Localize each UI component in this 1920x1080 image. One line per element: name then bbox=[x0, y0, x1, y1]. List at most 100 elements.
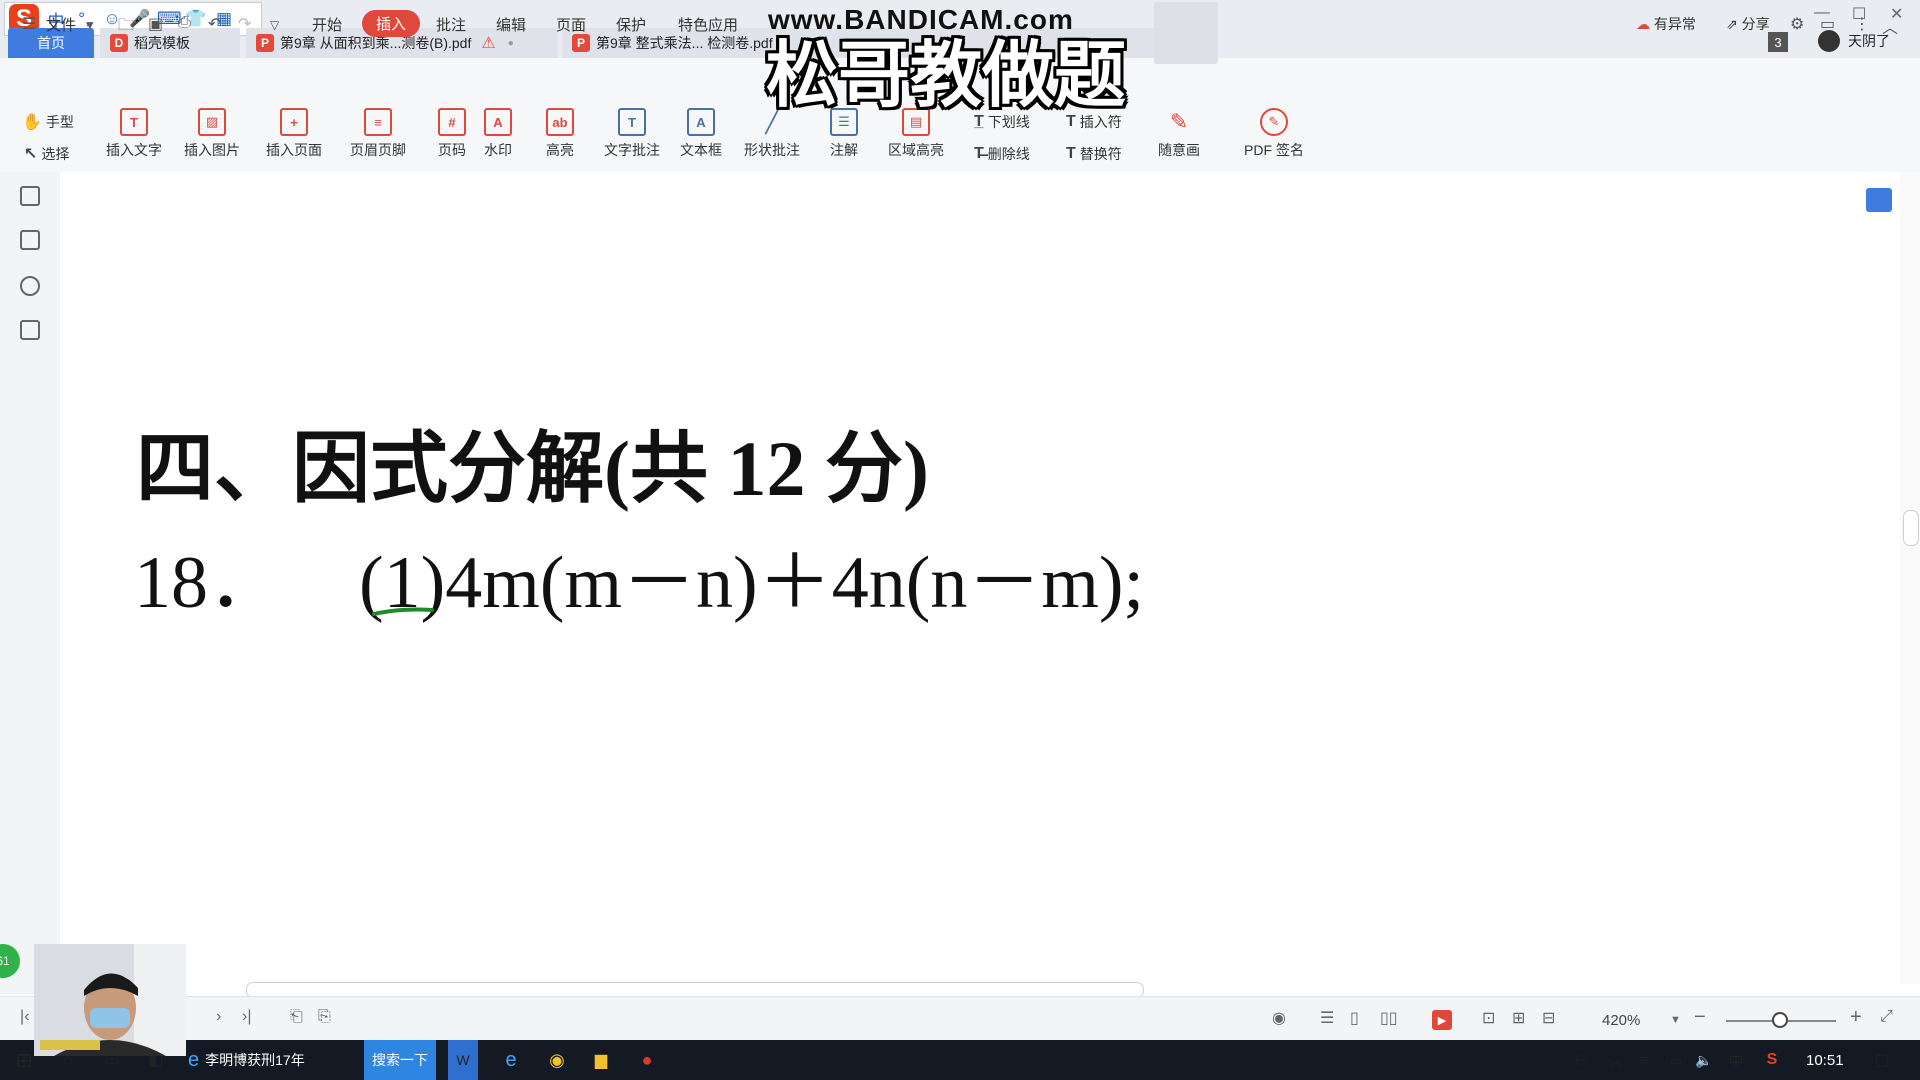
battery-icon[interactable]: ▭ bbox=[1664, 1040, 1688, 1080]
strikethrough-icon: T̶ bbox=[974, 145, 984, 162]
green-underline-annotation bbox=[372, 607, 434, 616]
more-icon[interactable]: ⋮ bbox=[1854, 14, 1870, 34]
settings-icon[interactable]: ⚙ bbox=[1790, 14, 1804, 34]
ie-icon: e bbox=[188, 1048, 200, 1071]
menu-start[interactable]: 开始 bbox=[312, 14, 342, 35]
taskbar-clock[interactable]: 10:51 bbox=[1806, 1052, 1844, 1069]
tab-count-badge[interactable]: 3 bbox=[1768, 32, 1788, 52]
volume-icon[interactable]: 🔈 bbox=[1692, 1040, 1716, 1080]
annotation-list-icon[interactable] bbox=[20, 276, 40, 296]
menu-edit[interactable]: 编辑 bbox=[496, 14, 526, 35]
eye-protect-icon[interactable]: ◉ bbox=[1272, 1008, 1286, 1028]
hamburger-icon[interactable]: ☰ bbox=[22, 14, 36, 34]
insert-page-icon: + bbox=[280, 108, 308, 136]
vertical-scroll-thumb[interactable] bbox=[1903, 510, 1919, 546]
last-page-icon[interactable]: ›| bbox=[242, 1008, 251, 1026]
hand-tool-button[interactable]: ✋ 手型 bbox=[22, 112, 74, 132]
hand-label: 手型 bbox=[45, 114, 74, 130]
continuous-view-icon[interactable]: ▯ bbox=[1350, 1008, 1359, 1028]
sign-icon: ✎ bbox=[1259, 108, 1288, 136]
print-icon[interactable]: ⎙ bbox=[178, 14, 191, 32]
ie-news-item[interactable]: e 李明博获刑17年 bbox=[188, 1040, 358, 1080]
highlight-button[interactable]: ab 高亮 bbox=[546, 108, 574, 160]
file-menu[interactable]: 文件 bbox=[46, 14, 76, 35]
page-number-button[interactable]: # 页码 bbox=[438, 108, 466, 160]
watermark-button[interactable]: A 水印 bbox=[484, 108, 512, 160]
menu-protect[interactable]: 保护 bbox=[616, 14, 646, 35]
browser-icon[interactable]: ◉ bbox=[542, 1040, 572, 1080]
pdf-sign-button[interactable]: ✎ PDF 签名 bbox=[1244, 108, 1304, 160]
taskbar-search-button[interactable]: 搜索一下 bbox=[364, 1040, 436, 1080]
insert-text-label: 插入文字 bbox=[106, 142, 162, 158]
file-explorer-icon[interactable]: ▆ bbox=[586, 1040, 616, 1080]
signature-list-icon[interactable] bbox=[20, 320, 40, 340]
sogou-tray-icon[interactable]: S bbox=[1760, 1040, 1784, 1080]
section-heading: 四、因式分解(共 12 分) bbox=[136, 425, 929, 512]
forward-icon[interactable]: ⎘ bbox=[318, 1008, 331, 1026]
header-footer-button[interactable]: ≡ 页眉页脚 bbox=[350, 108, 406, 160]
next-page-icon[interactable]: › bbox=[216, 1008, 221, 1026]
replace-symbol-button[interactable]: T 替换符 bbox=[1066, 144, 1122, 164]
notification-icon[interactable]: ▢ bbox=[1866, 1040, 1898, 1080]
select-tool-button[interactable]: ↖ 选择 bbox=[24, 144, 69, 164]
insert-text-button[interactable]: T 插入文字 bbox=[106, 108, 162, 160]
open-folder-icon[interactable]: 🗀 bbox=[118, 14, 134, 41]
insert-image-label: 插入图片 bbox=[184, 142, 240, 158]
vertical-scrollbar[interactable] bbox=[1900, 172, 1920, 984]
tab-home-label: 首页 bbox=[37, 35, 65, 51]
freehand-button[interactable]: ✎ 随意画 bbox=[1158, 108, 1200, 160]
share-button[interactable]: ⇗ 分享 bbox=[1726, 14, 1770, 34]
chevron-down-icon[interactable]: ▼ bbox=[84, 18, 96, 32]
strikethrough-button[interactable]: T̶ 删除线 bbox=[974, 144, 1030, 164]
single-page-view-icon[interactable]: ☰ bbox=[1320, 1008, 1334, 1028]
actual-size-icon[interactable]: ⊡ bbox=[1482, 1008, 1495, 1028]
menu-comment[interactable]: 批注 bbox=[436, 14, 466, 35]
insert-image-button[interactable]: ▨ 插入图片 bbox=[184, 108, 240, 160]
outline-icon[interactable] bbox=[20, 186, 40, 206]
play-icon[interactable]: ▶ bbox=[1432, 1010, 1452, 1030]
text-comment-button[interactable]: T 文字批注 bbox=[604, 108, 660, 160]
anomaly-button[interactable]: ☁ 有异常 bbox=[1636, 14, 1696, 34]
header-footer-icon: ≡ bbox=[364, 108, 392, 136]
insert-page-button[interactable]: + 插入页面 bbox=[266, 108, 322, 160]
edge-icon[interactable]: e bbox=[496, 1040, 526, 1080]
annotation-label: 注解 bbox=[830, 142, 858, 158]
two-page-view-icon[interactable]: ▯▯ bbox=[1380, 1008, 1398, 1028]
fit-page-icon[interactable]: ⊞ bbox=[1512, 1008, 1525, 1028]
undo-icon[interactable]: ↶ bbox=[208, 14, 221, 34]
bandicam-record-icon[interactable]: ● bbox=[632, 1040, 662, 1080]
ime-lang-tray[interactable]: 中 bbox=[1724, 1040, 1748, 1080]
zoom-slider-knob[interactable] bbox=[1772, 1012, 1788, 1028]
pdf-sign-label: PDF 签名 bbox=[1244, 142, 1304, 158]
tab-close-icon[interactable]: ● bbox=[508, 38, 514, 49]
strikethrough-label: 删除线 bbox=[987, 146, 1030, 162]
zoom-dropdown-icon[interactable]: ▼ bbox=[1670, 1014, 1681, 1026]
anomaly-label: 有异常 bbox=[1653, 16, 1696, 32]
wifi-icon[interactable]: ≋ bbox=[1632, 1040, 1656, 1080]
text-box-icon: A bbox=[687, 108, 715, 136]
problem-18: 18． (1)4m(m－n)＋4n(n－m); bbox=[134, 522, 1144, 629]
collapse-ribbon-icon[interactable]: ︿ bbox=[1882, 14, 1898, 38]
zoom-in-icon[interactable]: + bbox=[1850, 1006, 1862, 1029]
zoom-level[interactable]: 420% bbox=[1602, 1012, 1640, 1029]
fit-width-icon[interactable]: ⊟ bbox=[1542, 1008, 1555, 1028]
menu-page[interactable]: 页面 bbox=[556, 14, 586, 35]
back-icon[interactable]: ⎗ bbox=[290, 1008, 303, 1026]
menu-insert[interactable]: 插入 bbox=[362, 10, 421, 37]
pdf-icon: P bbox=[256, 34, 274, 52]
thumbnail-icon[interactable] bbox=[20, 230, 40, 250]
text-box-button[interactable]: A 文本框 bbox=[680, 108, 722, 160]
wps-taskbar-icon[interactable]: W bbox=[448, 1040, 478, 1080]
redo-icon[interactable]: ↷ bbox=[238, 14, 251, 34]
menu-special[interactable]: 特色应用 bbox=[678, 14, 738, 35]
people-icon[interactable]: ⚇ bbox=[1568, 1040, 1594, 1080]
translate-icon[interactable] bbox=[1866, 188, 1892, 212]
message-icon[interactable]: ▭ bbox=[1820, 14, 1835, 34]
tray-expand-icon[interactable]: ︿ bbox=[1604, 1040, 1628, 1080]
save-icon[interactable]: ▣ bbox=[148, 14, 163, 34]
customize-icon[interactable]: ▽ bbox=[270, 18, 279, 32]
fullscreen-icon[interactable]: ⤢ bbox=[1880, 1008, 1893, 1026]
header-footer-label: 页眉页脚 bbox=[350, 142, 406, 158]
zoom-out-icon[interactable]: − bbox=[1694, 1006, 1706, 1029]
first-page-icon[interactable]: |‹ bbox=[20, 1008, 29, 1026]
